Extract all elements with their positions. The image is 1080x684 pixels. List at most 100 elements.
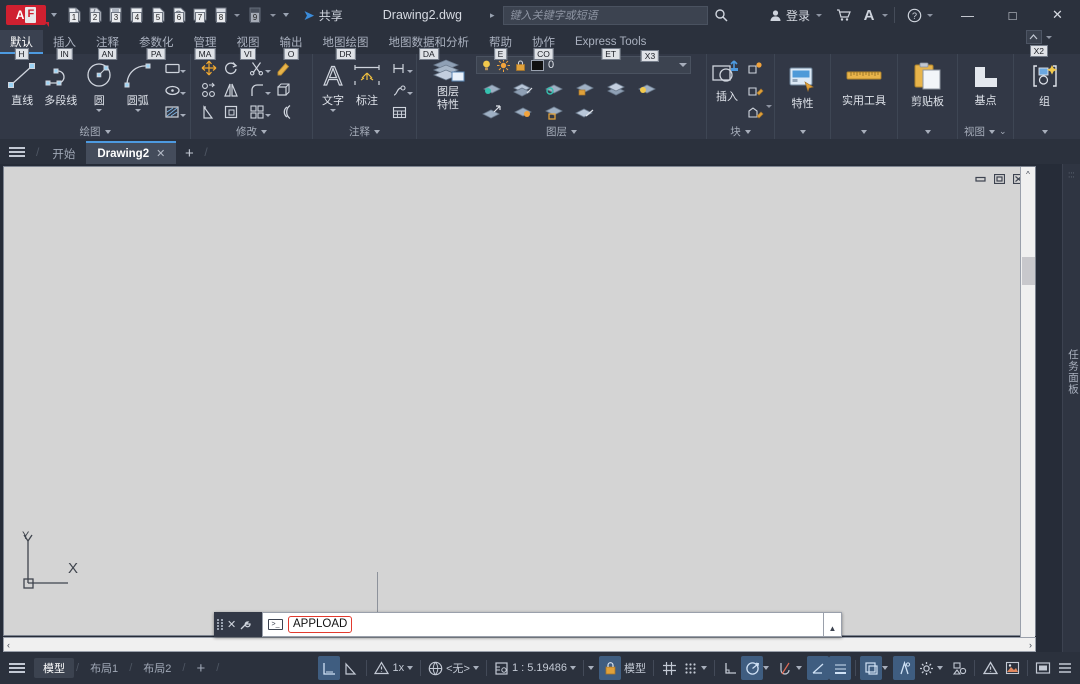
tool-rectangle[interactable] — [157, 57, 187, 79]
qat-plot-icon[interactable]: 5 — [148, 4, 168, 26]
login-caret-icon[interactable] — [816, 13, 822, 17]
status-workspace-caret-icon[interactable] — [472, 666, 479, 670]
status-snap-caret-icon[interactable] — [701, 666, 707, 670]
command-line-handle[interactable]: ✕ — [214, 612, 262, 637]
panel-annotation-title[interactable]: 注释 — [316, 124, 413, 139]
tool-polyline[interactable]: 多段线 — [42, 57, 81, 108]
close-button[interactable]: ✕ — [1035, 0, 1080, 30]
panel-modify-caret-icon[interactable] — [261, 129, 267, 134]
scroll-right-arrow[interactable]: › — [1029, 640, 1032, 650]
tool-leader-dropdown-icon[interactable] — [407, 92, 413, 95]
status-clean-screen-icon[interactable] — [1001, 656, 1023, 680]
tool-trim[interactable] — [242, 57, 272, 79]
qat-print-preview-icon[interactable]: 8 — [211, 4, 231, 26]
tool-line[interactable]: 直线 — [3, 57, 42, 108]
maximize-button[interactable]: □ — [990, 0, 1035, 30]
doc-tab-close-icon[interactable]: ✕ — [156, 147, 165, 160]
ribbon-tab-home[interactable]: 默认 H — [0, 30, 43, 60]
panel-utilities-title[interactable] — [834, 124, 894, 139]
drawing-canvas[interactable]: Y X ^ — [3, 166, 1036, 637]
ribbon-tab-manage[interactable]: 管理 MA — [184, 30, 227, 60]
panel-properties-caret-icon[interactable] — [799, 129, 806, 134]
panel-utilities-caret-icon[interactable] — [861, 129, 867, 134]
prompt-icon[interactable]: >_ — [268, 619, 283, 630]
status-menu-icon[interactable] — [0, 656, 34, 681]
tool-dim-style[interactable] — [384, 57, 414, 79]
panel-block-caret-icon[interactable] — [744, 129, 751, 134]
panel-view-expand-icon[interactable]: ⌄ — [999, 126, 1007, 137]
tool-layer-on[interactable] — [631, 77, 662, 100]
qat-saveas-icon[interactable]: 4 — [127, 4, 147, 26]
status-fullscreen-icon[interactable] — [1032, 656, 1054, 680]
panel-group-title[interactable] — [1017, 124, 1072, 139]
status-annotation-scale-caret-icon[interactable] — [407, 666, 414, 670]
tool-trim-dropdown-icon[interactable] — [265, 70, 271, 73]
viewport-minimize-icon[interactable] — [974, 173, 987, 185]
tool-ellipse[interactable] — [157, 79, 187, 101]
qat-dropdown-2-icon[interactable] — [270, 13, 276, 17]
status-polar-tracking-icon[interactable] — [741, 656, 763, 680]
status-isolate-objects-icon[interactable] — [948, 656, 970, 680]
status-polar-caret-icon[interactable] — [763, 666, 769, 670]
panel-clipboard-title[interactable] — [901, 124, 954, 139]
tool-layer-lock[interactable] — [569, 77, 600, 100]
tool-layer-match[interactable] — [476, 100, 507, 123]
status-lineweight-icon[interactable] — [829, 656, 851, 680]
status-transparency-icon[interactable] — [860, 656, 882, 680]
panel-layers-title[interactable]: 图层 — [420, 124, 703, 139]
tool-create-block[interactable] — [744, 58, 766, 80]
status-osnap-caret-icon[interactable] — [796, 666, 802, 670]
ribbon-tab-output[interactable]: 输出 O — [270, 30, 313, 60]
tool-circle-dropdown-icon[interactable] — [96, 109, 103, 112]
status-scale-caret-icon[interactable] — [570, 666, 576, 670]
status-lock-caret-icon[interactable] — [588, 666, 594, 670]
tool-layer-properties[interactable]: 图层 特性 — [420, 56, 476, 112]
tool-arc-dropdown-icon[interactable] — [134, 109, 141, 112]
task-panel[interactable]: ⋯ ⋯ 任务面板 — [1062, 164, 1080, 652]
shop-cart-icon[interactable] — [830, 0, 856, 30]
panel-draw-caret-icon[interactable] — [104, 129, 111, 134]
vertical-scroll-thumb[interactable] — [1022, 257, 1035, 285]
viewport-restore-icon[interactable] — [993, 173, 1006, 185]
panel-view-body[interactable]: 基点 — [961, 54, 1010, 124]
command-line-close-icon[interactable]: ✕ — [227, 618, 236, 631]
tool-layer-isolate[interactable] — [476, 77, 507, 100]
help-icon[interactable]: ? — [901, 0, 927, 30]
tool-hatch-dropdown-icon[interactable] — [180, 114, 186, 117]
search-box[interactable]: 键入关键字或短语 — [502, 5, 708, 25]
panel-layers-caret-icon[interactable] — [571, 129, 577, 134]
tool-clipboard[interactable]: 剪贴板 — [911, 62, 945, 109]
panel-view-title[interactable]: 视图 ⌄ — [961, 124, 1010, 139]
panel-modify-title[interactable]: 修改 — [194, 124, 309, 139]
help-caret-icon[interactable] — [927, 13, 933, 17]
layer-selector-caret-icon[interactable] — [679, 63, 687, 67]
tool-basepoint[interactable]: 基点 — [969, 64, 1003, 108]
doc-tab-start[interactable]: 开始 — [41, 143, 86, 164]
status-model-label[interactable]: 模型 — [621, 656, 649, 680]
panel-properties-title[interactable] — [778, 124, 827, 139]
command-text[interactable]: APPLOAD — [288, 616, 353, 633]
tool-erase[interactable] — [272, 57, 294, 79]
qat-undo-icon[interactable]: 6 — [169, 4, 189, 26]
status-annotation-visibility-icon[interactable] — [340, 656, 362, 680]
tool-hatch[interactable] — [157, 101, 187, 123]
status-object-snap-icon[interactable] — [774, 656, 796, 680]
panel-group-body[interactable]: 组 — [1017, 54, 1072, 124]
doc-tab-drawing2[interactable]: Drawing2 ✕ — [86, 141, 177, 164]
command-history-expand[interactable]: ▲ — [824, 612, 842, 637]
status-snap-icon[interactable] — [680, 656, 710, 680]
ribbon-tab-map-draw[interactable]: 地图绘图 DR — [313, 30, 379, 60]
tool-offset[interactable] — [272, 101, 294, 123]
qat-open-icon[interactable]: 2 — [85, 4, 105, 26]
tool-array-3d[interactable] — [272, 79, 294, 101]
autodesk-caret-icon[interactable] — [882, 13, 888, 17]
tool-move[interactable] — [198, 57, 220, 79]
ribbon-tab-parametric[interactable]: 参数化 PA — [129, 30, 184, 60]
tool-mirror[interactable] — [220, 79, 242, 101]
panel-view-caret-icon[interactable] — [989, 129, 995, 134]
tool-circle[interactable]: 圆 — [80, 57, 119, 112]
qat-customize-icon[interactable]: 9 — [245, 4, 265, 26]
panel-block-more-icon[interactable] — [766, 104, 772, 108]
tool-layer-merge[interactable] — [600, 77, 631, 100]
status-gear-caret-icon[interactable] — [937, 666, 943, 670]
